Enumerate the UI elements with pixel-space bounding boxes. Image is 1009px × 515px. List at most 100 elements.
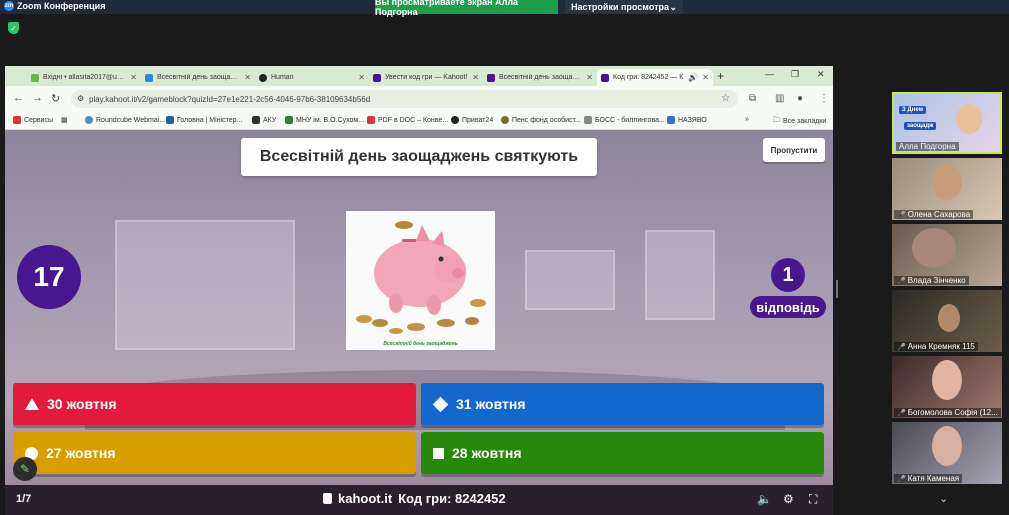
bookmark-aku[interactable]: АКУ [252, 116, 276, 124]
tab-human[interactable]: Human ✕ [255, 69, 369, 86]
answer-button-green[interactable]: 28 жовтня [421, 432, 824, 474]
bookmark-boss[interactable]: БОСС - биллингова... [584, 116, 665, 124]
classroom-window-decoration [525, 250, 615, 310]
participant-tile[interactable]: 🎤 Олена Сахарова [892, 158, 1002, 220]
answer-button-yellow[interactable]: 27 жовтня [13, 432, 416, 474]
mic-off-icon: 🎤 [897, 277, 906, 285]
triangle-icon [25, 398, 39, 410]
screen-share-banner: Вы просматриваете экран Алла Подгорна [375, 0, 558, 17]
classroom-board-decoration [115, 220, 295, 350]
bookmark-label: Пенс фонд особист... [512, 116, 581, 124]
avatar [938, 304, 960, 332]
mic-off-icon: 🎤 [897, 475, 906, 483]
tab-kahoot-game[interactable]: Код гри: 8242452 — К 🔊 ✕ [597, 69, 713, 86]
participant-name: 🎤 Анна Кремняк 115 [894, 342, 978, 351]
bookmark-label: Приват24 [462, 116, 494, 124]
nazyavo-icon [667, 116, 675, 124]
volume-icon[interactable]: 🔈 [757, 492, 772, 506]
bookmark-ministry[interactable]: Головна | Міністер... [166, 116, 242, 124]
zoom-logo-icon: zm [4, 1, 14, 11]
zoom-title-text: Zoom Конференция [17, 1, 106, 11]
bookmark-star-icon[interactable]: ☆ [721, 93, 730, 104]
bookmark-nazyavo[interactable]: НАЗЯВО [667, 116, 707, 124]
panel-resize-handle[interactable] [836, 280, 838, 298]
mic-off-icon: 🎤 [897, 409, 906, 417]
close-icon[interactable]: ✕ [358, 73, 365, 82]
menu-icon[interactable]: ⋮ [819, 93, 829, 104]
back-icon[interactable]: ← [13, 92, 24, 104]
pencil-icon[interactable]: ✎ [13, 457, 37, 481]
tab-label: Вхідні • allasita2017@ukr.n [43, 74, 127, 81]
tab-label: Код гри: 8242452 — К [613, 74, 684, 81]
participant-name: 🎤 Богомолова Софія (12... [894, 408, 1001, 417]
browser-window: Вхідні • allasita2017@ukr.n ✕ Всесвітній… [5, 66, 833, 515]
close-icon[interactable]: ✕ [702, 73, 709, 82]
view-settings-label: Настройки просмотра [571, 2, 670, 12]
tab-label: Всесвітній день заощадже [157, 74, 241, 81]
image-caption: Всесвітній день заощаджень [383, 341, 458, 347]
participant-name-text: Анна Кремняк 115 [907, 342, 975, 351]
piggy-bank-icon [356, 221, 486, 334]
gallery-scroll-down-icon[interactable]: ⌄ [939, 492, 948, 505]
participants-gallery: З Днем заощадж Алла Подгорна 🎤 Олена Саха… [889, 90, 1002, 515]
participant-name: 🎤 Катя Каменая [894, 474, 963, 483]
bookmark-label: НАЗЯВО [678, 116, 707, 124]
tab-label: Всесвітній день заощадже [499, 74, 583, 81]
tab-inbox[interactable]: Вхідні • allasita2017@ukr.n ✕ [27, 69, 141, 86]
participant-tile[interactable]: 🎤 Влада Зінченко [892, 224, 1002, 286]
answer-button-blue[interactable]: 31 жовтня [421, 383, 824, 425]
diamond-icon [432, 396, 449, 412]
shield-icon[interactable]: ✓ [8, 22, 19, 34]
fullscreen-icon[interactable]: ⛶ [809, 492, 817, 507]
bookmark-label: МНУ ім. В.О.Сухом... [296, 116, 365, 124]
mic-off-icon: 🎤 [897, 211, 906, 219]
tab-kahoot-savings[interactable]: Всесвітній день заощадже ✕ [483, 69, 597, 86]
new-tab-button[interactable]: + [717, 69, 724, 83]
bookmark-services[interactable]: Сервисы [13, 116, 53, 124]
avatar [932, 426, 962, 466]
reload-icon[interactable]: ↻ [51, 92, 60, 105]
more-bookmarks-icon[interactable]: » [745, 116, 749, 123]
window-close-icon[interactable]: ✕ [817, 69, 825, 80]
bookmark-roundcube[interactable]: Roundcube Webmai... [85, 116, 165, 124]
classroom-window-decoration [645, 230, 715, 320]
participant-name: 🎤 Олена Сахарова [894, 210, 974, 219]
doc-icon [145, 73, 153, 82]
all-bookmarks[interactable]: 🗀 Все закладки [773, 116, 826, 127]
boss-icon [584, 116, 592, 124]
close-icon[interactable]: ✕ [472, 73, 479, 82]
answer-button-red[interactable]: 30 жовтня [13, 383, 416, 425]
kahoot-game-area: Всесвітній день заощаджень святкують Про… [5, 130, 833, 515]
bookmark-pension[interactable]: Пенс фонд особист... [501, 116, 581, 124]
skip-button[interactable]: Пропустити [763, 138, 825, 162]
tile-badge: заощадж [904, 122, 937, 130]
kahoot-icon [373, 73, 381, 82]
close-icon[interactable]: ✕ [586, 73, 593, 82]
bookmark-mnu[interactable]: МНУ ім. В.О.Сухом... [285, 116, 364, 124]
bookmark-pdf-doc[interactable]: PDF в DOC – Конве... [367, 116, 448, 124]
close-icon[interactable]: ✕ [244, 73, 251, 82]
bookmark-label: Сервисы [24, 116, 54, 124]
maximize-icon[interactable]: ❐ [791, 69, 799, 80]
minimize-icon[interactable]: — [765, 69, 774, 79]
tab-savings-day[interactable]: Всесвітній день заощадже ✕ [141, 69, 255, 86]
apps-grid-icon[interactable]: ▦ [61, 116, 68, 124]
forward-icon[interactable]: → [32, 92, 43, 104]
tab-kahoot-enter[interactable]: Увести код гри — Kahoot! ✕ [369, 69, 483, 86]
sidebar-icon[interactable]: ▥ [775, 93, 784, 104]
site-info-icon[interactable]: ⚙ [77, 94, 84, 103]
participant-name: 🎤 Влада Зінченко [894, 276, 969, 285]
speaker-icon[interactable]: 🔊 [688, 73, 698, 82]
extensions-icon[interactable]: ⧉ [749, 93, 756, 104]
bookmark-privat24[interactable]: Приват24 [451, 116, 493, 124]
profile-avatar-icon[interactable]: ● [797, 93, 803, 104]
view-settings-button[interactable]: Настройки просмотра ⌄ [565, 0, 683, 14]
participant-tile[interactable]: 🎤 Богомолова Софія (12... [892, 356, 1002, 418]
avatar [956, 104, 982, 134]
participant-tile[interactable]: З Днем заощадж Алла Подгорна [892, 92, 1002, 154]
settings-gear-icon[interactable]: ⚙ [783, 492, 794, 506]
participant-tile[interactable]: 🎤 Катя Каменая [892, 422, 1002, 484]
url-input[interactable]: ⚙ play.kahoot.it/v2/gameblock?quizId=27e… [71, 90, 738, 108]
close-icon[interactable]: ✕ [130, 73, 137, 82]
participant-tile[interactable]: 🎤 Анна Кремняк 115 [892, 290, 1002, 352]
